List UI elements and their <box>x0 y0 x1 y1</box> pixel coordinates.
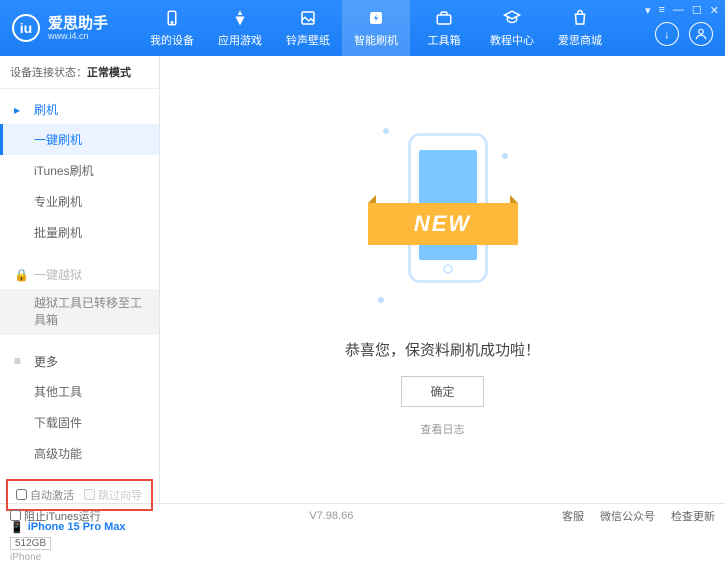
nav-tutorials[interactable]: 教程中心 <box>478 0 546 56</box>
tutorial-icon <box>502 8 522 28</box>
ok-button[interactable]: 确定 <box>401 376 483 407</box>
jailbreak-note: 越狱工具已转移至工具箱 <box>0 289 159 335</box>
main-content: NEW 恭喜您，保资料刷机成功啦！ 确定 查看日志 <box>160 56 725 503</box>
app-url: www.i4.cn <box>48 31 108 41</box>
flash-icon <box>366 8 386 28</box>
top-nav: 我的设备 应用游戏 铃声壁纸 智能刷机 工具箱 教程中心 爱思商城 <box>138 0 725 56</box>
view-log-link[interactable]: 查看日志 <box>421 421 465 437</box>
sidebar-item-download-firmware[interactable]: 下载固件 <box>0 407 159 438</box>
footer-support[interactable]: 客服 <box>562 508 584 524</box>
toolbox-icon <box>434 8 454 28</box>
sidebar-item-advanced[interactable]: 高级功能 <box>0 438 159 469</box>
version-label: V7.98.66 <box>309 510 353 522</box>
footer-update[interactable]: 检查更新 <box>671 508 715 524</box>
device-status: 设备连接状态：正常模式 <box>0 56 159 89</box>
nav-flash[interactable]: 智能刷机 <box>342 0 410 56</box>
lock-icon: 🔒 <box>14 268 28 282</box>
sidebar-item-oneclick-flash[interactable]: 一键刷机 <box>0 124 159 155</box>
skip-setup-checkbox[interactable]: 跳过向导 <box>84 487 142 503</box>
block-itunes-checkbox[interactable]: 阻止iTunes运行 <box>10 508 101 524</box>
menu-icon[interactable]: ▾ <box>645 4 651 17</box>
sidebar-item-other-tools[interactable]: 其他工具 <box>0 376 159 407</box>
more-icon: ≡ <box>14 354 28 368</box>
store-icon <box>570 8 590 28</box>
success-message: 恭喜您，保资料刷机成功啦！ <box>345 339 540 360</box>
app-logo: iu 爱思助手 www.i4.cn <box>0 14 138 42</box>
section-more-header[interactable]: ≡ 更多 <box>0 347 159 376</box>
minimize-icon[interactable]: — <box>673 4 684 17</box>
sidebar-item-itunes-flash[interactable]: iTunes刷机 <box>0 155 159 186</box>
close-icon[interactable]: ✕ <box>710 4 719 17</box>
section-flash-header[interactable]: ▸ 刷机 <box>0 95 159 124</box>
apps-icon <box>230 8 250 28</box>
section-jailbreak-header: 🔒 一键越狱 <box>0 260 159 289</box>
sidebar-item-batch-flash[interactable]: 批量刷机 <box>0 217 159 248</box>
app-name: 爱思助手 <box>48 16 108 31</box>
nav-store[interactable]: 爱思商城 <box>546 0 614 56</box>
window-controls: ▾ ≡ — ☐ ✕ <box>645 4 719 17</box>
wallpaper-icon <box>298 8 318 28</box>
flash-section-icon: ▸ <box>14 103 28 117</box>
settings-icon[interactable]: ≡ <box>658 4 664 17</box>
device-storage: 512GB <box>10 537 51 550</box>
nav-apps[interactable]: 应用游戏 <box>206 0 274 56</box>
auto-activate-checkbox[interactable]: 自动激活 <box>16 487 74 503</box>
download-button[interactable]: ↓ <box>655 22 679 46</box>
phone-icon <box>162 8 182 28</box>
maximize-icon[interactable]: ☐ <box>692 4 702 17</box>
sidebar: 设备连接状态：正常模式 ▸ 刷机 一键刷机 iTunes刷机 专业刷机 批量刷机… <box>0 56 160 503</box>
device-type: iPhone <box>10 552 149 563</box>
logo-icon: iu <box>12 14 40 42</box>
footer-wechat[interactable]: 微信公众号 <box>600 508 655 524</box>
options-box: 自动激活 跳过向导 <box>6 479 153 511</box>
user-button[interactable] <box>689 22 713 46</box>
success-illustration: NEW <box>373 123 513 323</box>
nav-toolbox[interactable]: 工具箱 <box>410 0 478 56</box>
nav-ringtones[interactable]: 铃声壁纸 <box>274 0 342 56</box>
new-ribbon: NEW <box>368 203 518 245</box>
nav-my-device[interactable]: 我的设备 <box>138 0 206 56</box>
sidebar-item-pro-flash[interactable]: 专业刷机 <box>0 186 159 217</box>
